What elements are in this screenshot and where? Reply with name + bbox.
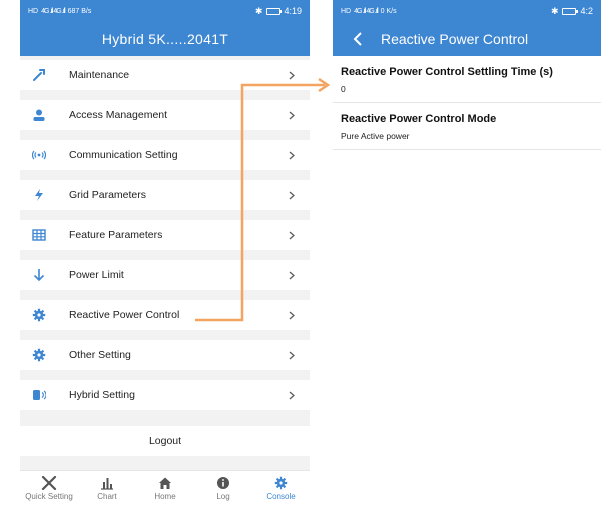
bluetooth-icon: ✱: [254, 5, 263, 16]
info-icon: [215, 476, 231, 490]
page-title-bar: Reactive Power Control: [333, 22, 601, 56]
menu-item-communication-setting[interactable]: Communication Setting: [20, 140, 310, 170]
bottom-navigation: Quick Setting Chart Home Log Console: [20, 470, 310, 505]
setting-value: Pure Active power: [341, 131, 410, 141]
menu-item-hybrid-setting[interactable]: Hybrid Setting: [20, 380, 310, 410]
nav-log[interactable]: Log: [194, 476, 252, 501]
network-speed-label: 0 K/s: [380, 7, 397, 15]
clock-label: 4:19: [284, 6, 302, 16]
nav-label: Home: [154, 491, 176, 501]
menu-item-label: Power Limit: [69, 269, 124, 281]
menu-item-label: Reactive Power Control: [69, 309, 180, 321]
battery-status-icon: [266, 7, 283, 15]
network-type-label: HD: [28, 7, 39, 15]
chevron-right-icon: [288, 351, 296, 359]
gear-icon: [32, 348, 46, 362]
network-speed-label: 687 B/s: [67, 7, 92, 15]
setting-control-mode[interactable]: Reactive Power Control Mode Pure Active …: [333, 103, 601, 150]
nav-home[interactable]: Home: [136, 476, 194, 501]
menu-item-label: Grid Parameters: [69, 189, 147, 201]
chevron-right-icon: [288, 71, 296, 79]
menu-item-reactive-power-control[interactable]: Reactive Power Control: [20, 300, 310, 330]
device-title: Hybrid 5K.....2041T: [101, 31, 229, 47]
right-phone-screen: HD 4G .ıll 4G .ıll 0 K/s ✱ 4:2 Reactive …: [333, 0, 601, 505]
menu-item-feature-parameters[interactable]: Feature Parameters: [20, 220, 310, 250]
grid-icon: [32, 228, 46, 242]
nav-quick-setting[interactable]: Quick Setting: [20, 475, 78, 501]
status-bar: HD 4G .ıll 4G .ıll 0 K/s ✱ 4:2: [333, 0, 601, 22]
left-phone-screen: HD 4G .ıll 4G .ıll 687 B/s ✱ 4:19 Hybrid…: [20, 0, 310, 505]
signal-strength-icon: 4G .ıll 4G .ıll: [41, 7, 65, 15]
signal-strength-icon: 4G .ıll 4G .ıll: [354, 7, 378, 15]
wrench-cross-icon: [41, 475, 57, 490]
menu-item-label: Feature Parameters: [69, 229, 163, 241]
chevron-right-icon: [288, 311, 296, 319]
down-arrow-icon: [32, 268, 46, 282]
nav-console[interactable]: Console: [252, 476, 310, 501]
setting-title: Reactive Power Control Settling Time (s): [341, 66, 553, 78]
menu-item-label: Hybrid Setting: [69, 389, 135, 401]
tools-icon: [32, 68, 46, 82]
menu-item-label: Other Setting: [69, 349, 131, 361]
menu-item-label: Access Management: [69, 109, 168, 121]
menu-item-label: Communication Setting: [69, 149, 178, 161]
console-menu: Maintenance Access Management Communicat…: [20, 60, 310, 420]
chevron-right-icon: [288, 151, 296, 159]
battery-status-icon: [562, 7, 579, 15]
chevron-right-icon: [288, 191, 296, 199]
signal-icon: [32, 148, 46, 162]
menu-item-access-management[interactable]: Access Management: [20, 100, 310, 130]
battery-icon: [32, 388, 46, 402]
back-arrow-icon[interactable]: [345, 26, 371, 52]
app-title-bar: Hybrid 5K.....2041T: [20, 22, 310, 56]
setting-settling-time[interactable]: Reactive Power Control Settling Time (s)…: [333, 56, 601, 103]
nav-label: Console: [266, 491, 296, 501]
user-icon: [32, 108, 46, 122]
nav-label: Log: [216, 491, 230, 501]
nav-label: Quick Setting: [25, 491, 73, 501]
clock-label: 4:2: [580, 6, 593, 16]
chevron-right-icon: [288, 391, 296, 399]
bluetooth-icon: ✱: [550, 5, 559, 16]
setting-value: 0: [341, 84, 346, 94]
nav-label: Chart: [97, 491, 117, 501]
nav-chart[interactable]: Chart: [78, 476, 136, 501]
menu-item-label: Maintenance: [69, 69, 130, 81]
status-bar: HD 4G .ıll 4G .ıll 687 B/s ✱ 4:19: [20, 0, 310, 22]
menu-item-maintenance[interactable]: Maintenance: [20, 60, 310, 90]
chevron-right-icon: [288, 231, 296, 239]
chevron-right-icon: [288, 111, 296, 119]
network-type-label: HD: [341, 7, 352, 15]
gear-icon: [32, 308, 46, 322]
lightning-icon: [32, 188, 46, 202]
menu-item-power-limit[interactable]: Power Limit: [20, 260, 310, 290]
chart-icon: [99, 476, 115, 490]
page-title: Reactive Power Control: [381, 31, 529, 47]
home-icon: [157, 476, 173, 490]
chevron-right-icon: [288, 271, 296, 279]
menu-item-grid-parameters[interactable]: Grid Parameters: [20, 180, 310, 210]
setting-title: Reactive Power Control Mode: [341, 113, 497, 125]
gear-icon: [273, 476, 289, 490]
menu-item-other-setting[interactable]: Other Setting: [20, 340, 310, 370]
logout-button[interactable]: Logout: [20, 426, 310, 456]
